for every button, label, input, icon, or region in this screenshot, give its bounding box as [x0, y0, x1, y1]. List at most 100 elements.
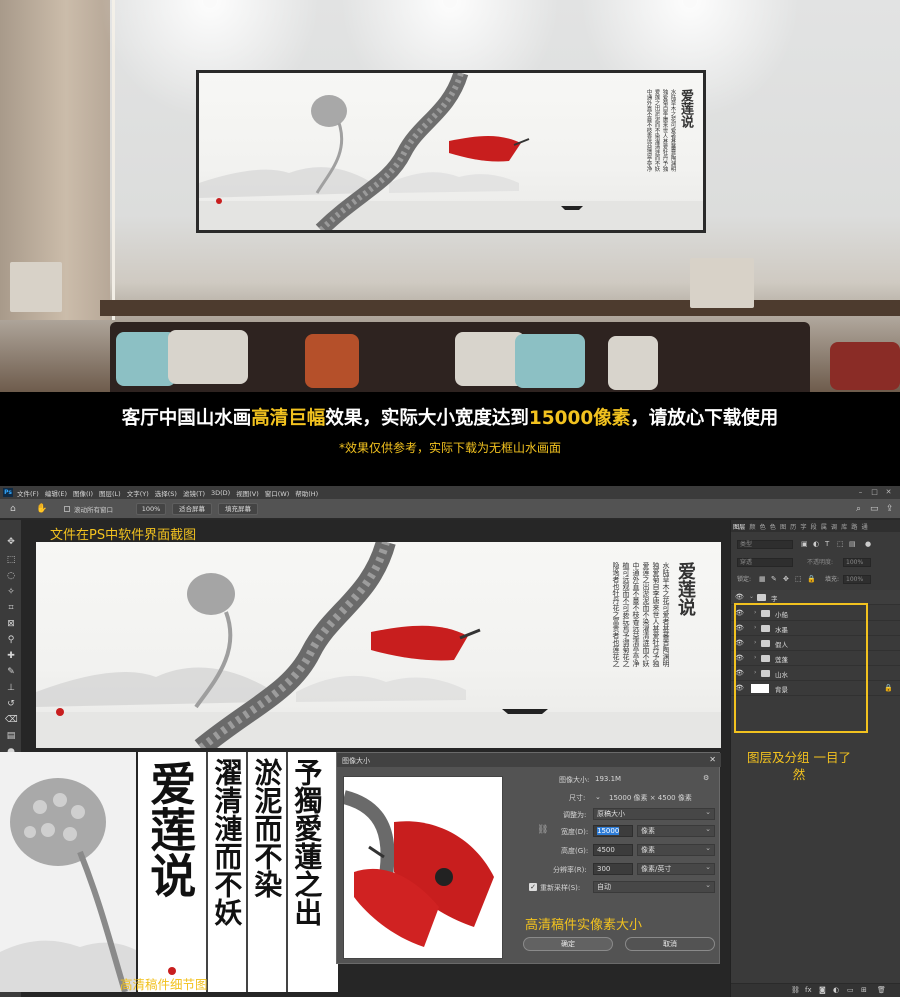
headline-part: 效果，实际大小宽度达到	[325, 408, 529, 429]
filter-type-icon[interactable]: T	[825, 540, 829, 549]
lock-icon[interactable]: 🔒	[884, 684, 893, 692]
lock-transparent-icon[interactable]: ▦	[759, 575, 766, 584]
fill-screen-button[interactable]: 填充屏幕	[218, 503, 258, 515]
link-layers-icon[interactable]: ⛓	[791, 986, 800, 994]
history-brush-icon[interactable]: ↺	[5, 698, 17, 710]
maximize-icon[interactable]: □	[870, 488, 879, 496]
cancel-button[interactable]: 取消	[625, 937, 715, 951]
constrain-link-icon[interactable]: ⛓	[537, 825, 548, 835]
menu-help[interactable]: 帮助(H)	[295, 488, 318, 498]
crop-tool-icon[interactable]: ⌗	[5, 602, 17, 614]
width-label: 宽度(D):	[561, 828, 589, 836]
stamp-tool-icon[interactable]: ⊥	[5, 682, 17, 694]
new-group-icon[interactable]: ▭	[847, 986, 854, 994]
lock-all-icon[interactable]: 🔒	[807, 575, 816, 584]
menu-edit[interactable]: 编辑(E)	[45, 488, 67, 498]
resolution-input[interactable]: 300	[593, 863, 633, 875]
home-icon[interactable]: ⌂	[10, 503, 16, 515]
tab[interactable]: 库	[841, 522, 847, 531]
move-tool-icon[interactable]: ✥	[5, 536, 17, 548]
tab[interactable]: 色	[770, 522, 776, 531]
menu-3d[interactable]: 3D(D)	[211, 489, 230, 497]
fit-to-select[interactable]: 原稿大小	[593, 807, 715, 820]
menu-image[interactable]: 图像(I)	[73, 488, 93, 498]
width-unit-select[interactable]: 像素	[637, 824, 715, 837]
table-lamp	[690, 258, 754, 308]
tab[interactable]: 图	[780, 522, 786, 531]
filter-toggle-icon[interactable]: ●	[865, 540, 871, 549]
resample-select[interactable]: 自动	[593, 880, 715, 893]
blend-mode-select[interactable]: 穿透	[737, 558, 793, 567]
fill-input[interactable]: 100%	[843, 575, 871, 584]
menu-layer[interactable]: 图层(L)	[99, 488, 121, 498]
document-canvas[interactable]: 爱莲说 水陆草木之花可爱者甚蕃晋陶渊明 独爱菊自李唐来世人甚爱牡丹予独 爱莲之出…	[36, 542, 721, 748]
tab[interactable]: 通	[861, 522, 867, 531]
brush-tool-icon[interactable]: ✎	[5, 666, 17, 678]
lasso-tool-icon[interactable]: ◌	[5, 570, 17, 582]
tab[interactable]: 调	[831, 522, 837, 531]
filter-pixel-icon[interactable]: ▣	[801, 540, 808, 549]
healing-brush-icon[interactable]: ✚	[5, 650, 17, 662]
ok-button[interactable]: 确定	[523, 937, 613, 951]
visibility-eye-icon[interactable]: 👁	[735, 593, 744, 601]
layer-kind-filter[interactable]: 类型	[737, 540, 793, 549]
column-divider	[206, 752, 208, 992]
tab[interactable]: 属	[821, 522, 827, 531]
tab-layers[interactable]: 图层	[733, 522, 745, 531]
dimensions-chevron-icon[interactable]: ⌄	[595, 793, 601, 801]
frame-tool-icon[interactable]: ⊠	[5, 618, 17, 630]
lock-pixels-icon[interactable]: ✎	[771, 575, 777, 584]
painting-art	[199, 73, 703, 230]
adjustment-layer-icon[interactable]: ◐	[833, 986, 839, 994]
height-input[interactable]: 4500	[593, 844, 633, 856]
lock-position-icon[interactable]: ✥	[783, 575, 789, 584]
minimize-icon[interactable]: –	[856, 488, 865, 496]
tab[interactable]: 段	[811, 522, 817, 531]
tab[interactable]: 颜	[749, 522, 755, 531]
tab[interactable]: 历	[790, 522, 796, 531]
tab[interactable]: 路	[851, 522, 857, 531]
eraser-tool-icon[interactable]: ⌫	[5, 714, 18, 726]
height-unit-select[interactable]: 像素	[637, 843, 715, 856]
hand-tool-icon[interactable]: ✋	[36, 503, 47, 515]
gradient-tool-icon[interactable]: ▤	[5, 730, 17, 742]
share-icon[interactable]: ⇪	[886, 503, 894, 515]
new-layer-icon[interactable]: ⊞	[861, 986, 867, 994]
magic-wand-icon[interactable]: ✧	[5, 586, 17, 598]
menu-filter[interactable]: 滤镜(T)	[183, 488, 205, 498]
painting-title: 爱莲说	[678, 89, 693, 128]
ps-logo-icon: Ps	[3, 488, 13, 497]
menu-view[interactable]: 视图(V)	[236, 488, 259, 498]
opacity-input[interactable]: 100%	[843, 558, 871, 567]
eyedropper-icon[interactable]: ⚲	[5, 634, 17, 646]
dialog-close-icon[interactable]: ✕	[709, 755, 716, 764]
close-icon[interactable]: ✕	[884, 488, 893, 496]
menu-bar: Ps 文件(F) 编辑(E) 图像(I) 图层(L) 文字(Y) 选择(S) 滤…	[0, 486, 900, 499]
search-icon[interactable]: ⌕	[856, 503, 861, 515]
filter-adjust-icon[interactable]: ◐	[813, 540, 819, 549]
scroll-all-checkbox[interactable]	[64, 506, 70, 512]
delete-layer-icon[interactable]: 🗑	[877, 986, 886, 994]
menu-select[interactable]: 选择(S)	[155, 488, 177, 498]
resample-checkbox[interactable]: ✓	[529, 883, 537, 891]
options-bar: ⌂ ✋ 滚动所有窗口 100% 适合屏幕 填充屏幕 ⌕ ▭ ⇪	[0, 499, 900, 519]
menu-type[interactable]: 文字(Y)	[127, 488, 149, 498]
tab[interactable]: 色	[760, 522, 766, 531]
fx-icon[interactable]: fx	[805, 986, 812, 994]
width-input[interactable]: 15000	[593, 825, 633, 837]
marquee-tool-icon[interactable]: ⬚	[5, 554, 17, 566]
lock-artboard-icon[interactable]: ⬚	[795, 575, 802, 584]
cushion	[305, 334, 359, 388]
tab[interactable]: 字	[800, 522, 806, 531]
filter-smart-icon[interactable]: ▤	[849, 540, 856, 549]
zoom-100-button[interactable]: 100%	[136, 503, 166, 515]
filter-shape-icon[interactable]: ⬚	[837, 540, 844, 549]
settings-gear-icon[interactable]: ⚙	[703, 774, 709, 782]
resolution-unit-select[interactable]: 像素/英寸	[637, 862, 715, 875]
menu-window[interactable]: 窗口(W)	[265, 488, 290, 498]
workspace-icon[interactable]: ▭	[870, 503, 879, 515]
expand-arrow-icon[interactable]: ⌄	[749, 593, 754, 600]
add-mask-icon[interactable]: ◙	[819, 986, 826, 994]
fit-screen-button[interactable]: 适合屏幕	[172, 503, 212, 515]
menu-file[interactable]: 文件(F)	[17, 488, 39, 498]
